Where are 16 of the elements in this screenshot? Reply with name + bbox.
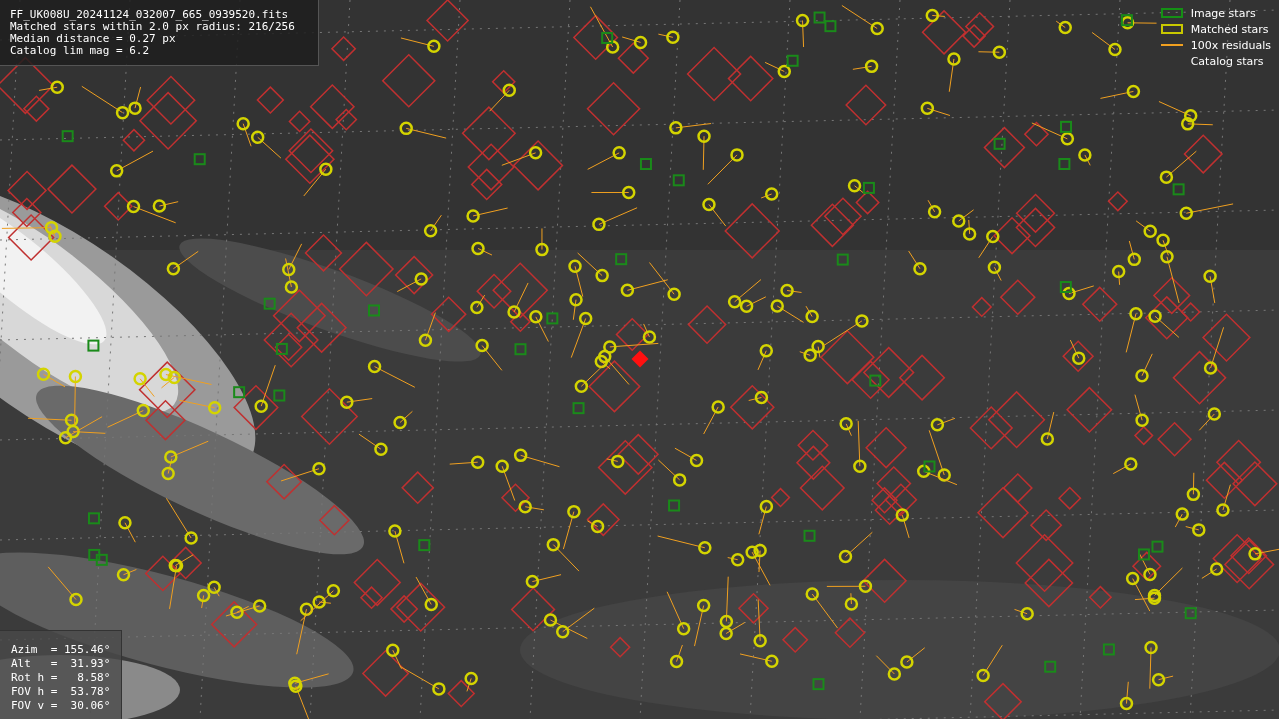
info-text: Catalog lim mag = 6.2	[10, 45, 151, 57]
pointing-text: Alt = 31.93°	[11, 657, 112, 671]
pointing-text: FOV v = 30.06°	[11, 699, 112, 713]
info-text: Matched stars within 2.0 px radius: 216/256	[10, 21, 296, 33]
matched-star-symbol-icon	[1160, 24, 1183, 34]
legend-label: Image stars	[1190, 6, 1256, 20]
pointing-text: Rot h = 8.58°	[11, 671, 112, 685]
pointing-text: FOV h = 53.78°	[11, 685, 112, 699]
image-star-symbol-icon	[1160, 8, 1183, 18]
legend-label: Catalog stars	[1190, 54, 1264, 68]
info-text: FF_UK008U_20241124_032007_665_0939520.fits	[10, 9, 290, 21]
legend-label: Matched stars	[1190, 22, 1269, 36]
residual-line-icon	[1160, 44, 1183, 46]
legend-label: 100x residuals	[1190, 38, 1271, 52]
pointing-text: Azim = 155.46°	[11, 643, 112, 657]
info-text: Median distance = 0.27 px	[10, 33, 177, 45]
